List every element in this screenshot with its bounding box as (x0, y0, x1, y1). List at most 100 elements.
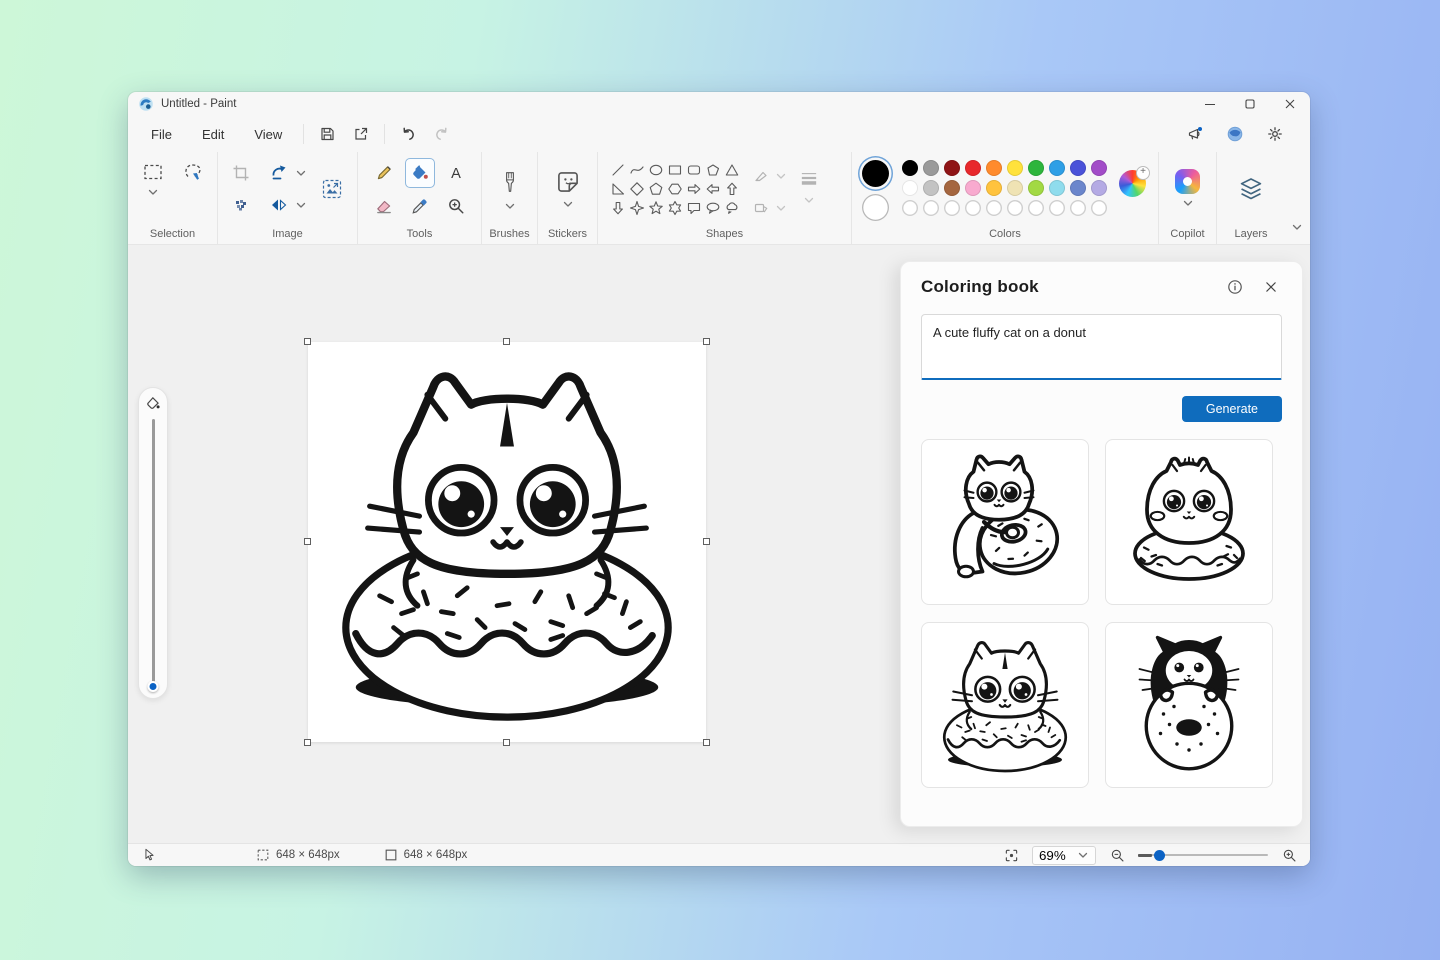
layers-button[interactable] (1234, 172, 1268, 206)
slider-thumb[interactable] (148, 681, 159, 692)
palette-color[interactable] (1028, 160, 1044, 176)
palette-color[interactable] (1007, 160, 1023, 176)
polygon-shape[interactable] (703, 160, 722, 179)
palette-color[interactable] (1049, 160, 1065, 176)
undo-button[interactable] (391, 120, 425, 148)
palette-color[interactable] (965, 160, 981, 176)
callout-rect-shape[interactable] (684, 198, 703, 217)
result-thumbnail-4[interactable] (1105, 622, 1273, 788)
copilot-button[interactable] (1175, 169, 1200, 209)
hexagon-shape[interactable] (665, 179, 684, 198)
custom-color-slot[interactable] (1091, 200, 1107, 216)
diamond-shape[interactable] (627, 179, 646, 198)
zoom-in-button[interactable] (1278, 844, 1300, 866)
resize-handle[interactable] (304, 538, 311, 545)
redo-button[interactable] (425, 120, 459, 148)
custom-color-slot[interactable] (1028, 200, 1044, 216)
rectangle-shape[interactable] (665, 160, 684, 179)
share-button[interactable] (344, 120, 378, 148)
flip-button[interactable] (265, 191, 293, 219)
canvas-artwork[interactable] (308, 342, 706, 742)
palette-color[interactable] (923, 180, 939, 196)
lightning-partial-shape[interactable] (627, 217, 646, 222)
minimize-button[interactable] (1190, 92, 1230, 116)
prompt-input[interactable]: A cute fluffy cat on a donut (921, 314, 1282, 380)
chevron-down-icon[interactable] (295, 167, 307, 179)
crop-button[interactable] (227, 159, 255, 187)
panel-close-button[interactable] (1260, 276, 1282, 298)
palette-color[interactable] (902, 180, 918, 196)
resize-handle[interactable] (304, 338, 311, 345)
custom-color-slot[interactable] (923, 200, 939, 216)
right-triangle-shape[interactable] (608, 179, 627, 198)
custom-color-slot[interactable] (986, 200, 1002, 216)
palette-color[interactable] (965, 180, 981, 196)
palette-color[interactable] (1091, 160, 1107, 176)
stroke-width-button[interactable] (795, 164, 823, 192)
triangle-shape[interactable] (722, 160, 741, 179)
star-five-shape[interactable] (646, 198, 665, 217)
zoom-slider[interactable] (1138, 848, 1268, 862)
custom-color-slot[interactable] (944, 200, 960, 216)
curve-shape[interactable] (627, 160, 646, 179)
arrow-right-shape[interactable] (684, 179, 703, 198)
resize-handle[interactable] (304, 739, 311, 746)
eraser-tool[interactable] (370, 192, 398, 220)
result-thumbnail-3[interactable] (921, 622, 1089, 788)
chevron-down-icon[interactable] (295, 199, 307, 211)
palette-color[interactable] (944, 160, 960, 176)
pentagon-shape[interactable] (646, 179, 665, 198)
palette-color[interactable] (1028, 180, 1044, 196)
fill-tolerance-slider[interactable] (138, 387, 168, 699)
selection-dropdown[interactable] (147, 186, 159, 198)
menu-view[interactable]: View (239, 122, 297, 147)
stickers-button[interactable] (555, 169, 581, 210)
resize-image-button[interactable] (315, 172, 349, 206)
magnifier-tool[interactable] (442, 192, 470, 220)
rotate-button[interactable] (265, 159, 293, 187)
palette-color[interactable] (902, 160, 918, 176)
arrow-left-shape[interactable] (703, 179, 722, 198)
arrow-up-shape[interactable] (722, 179, 741, 198)
custom-color-slot[interactable] (1070, 200, 1086, 216)
oval-shape[interactable] (646, 160, 665, 179)
palette-color[interactable] (1007, 180, 1023, 196)
scribble-partial-shape[interactable] (608, 217, 627, 222)
callout-cloud-shape[interactable] (722, 198, 741, 217)
zoom-out-button[interactable] (1106, 844, 1128, 866)
zoom-dropdown[interactable]: 69% (1032, 846, 1096, 865)
ribbon-collapse-button[interactable] (1291, 221, 1303, 236)
star-four-shape[interactable] (627, 198, 646, 217)
resize-handle[interactable] (703, 338, 710, 345)
custom-color-slot[interactable] (1049, 200, 1065, 216)
menu-edit[interactable]: Edit (187, 122, 239, 147)
fit-to-screen-button[interactable] (1000, 844, 1022, 866)
account-button[interactable] (1218, 120, 1252, 148)
settings-button[interactable] (1258, 120, 1292, 148)
color2-swatch[interactable] (862, 194, 889, 221)
palette-color[interactable] (923, 160, 939, 176)
free-select-tool[interactable] (179, 158, 207, 186)
resize-handle[interactable] (503, 739, 510, 746)
feedback-button[interactable] (1178, 120, 1212, 148)
arrow-down-shape[interactable] (608, 198, 627, 217)
edit-colors-button[interactable] (1119, 170, 1146, 197)
text-tool[interactable]: A (442, 159, 470, 187)
save-button[interactable] (310, 120, 344, 148)
rectangle-select-tool[interactable] (139, 158, 167, 186)
brushes-button[interactable] (499, 167, 521, 212)
palette-color[interactable] (1091, 180, 1107, 196)
palette-color[interactable] (986, 180, 1002, 196)
palette-color[interactable] (1070, 160, 1086, 176)
resize-handle[interactable] (703, 538, 710, 545)
shape-outline-button[interactable] (749, 164, 773, 188)
texture-select-button[interactable] (227, 191, 255, 219)
resize-handle[interactable] (503, 338, 510, 345)
maximize-button[interactable] (1230, 92, 1270, 116)
custom-color-slot[interactable] (1007, 200, 1023, 216)
palette-color[interactable] (1049, 180, 1065, 196)
rounded-rectangle-shape[interactable] (684, 160, 703, 179)
custom-color-slot[interactable] (965, 200, 981, 216)
pencil-tool[interactable] (370, 159, 398, 187)
generate-button[interactable]: Generate (1182, 396, 1282, 422)
